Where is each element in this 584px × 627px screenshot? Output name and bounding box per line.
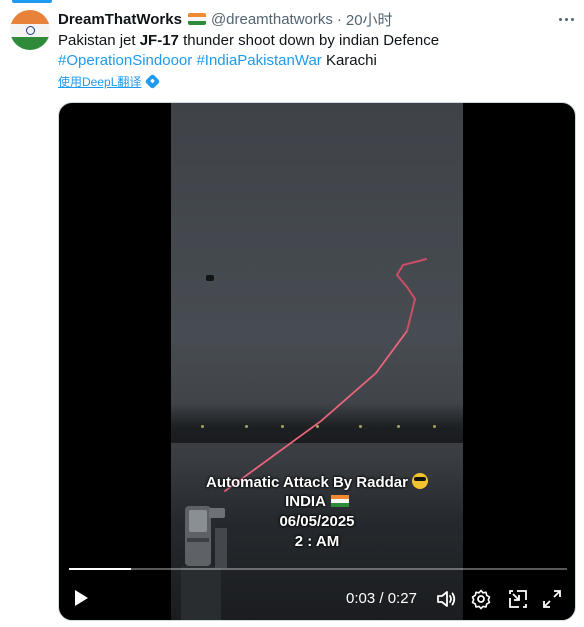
overlay-time: 2 : AM: [294, 533, 340, 550]
video-player[interactable]: Automatic Attack By Raddar INDIA 06/05/2…: [58, 102, 576, 621]
overlay-date: 06/05/2025: [279, 513, 355, 530]
user-handle[interactable]: @dreamthatworks: [211, 11, 333, 28]
volume-icon[interactable]: [435, 588, 457, 610]
fullscreen-icon[interactable]: [541, 588, 563, 610]
tweet-text-suffix: thunder shoot down by indian Defence: [178, 32, 440, 49]
more-icon[interactable]: [556, 10, 576, 28]
play-icon[interactable]: [75, 590, 88, 606]
top-accent-bar: [12, 0, 52, 3]
tweet-text-line1: Pakistan jet JF-17 thunder shoot down by…: [58, 31, 439, 51]
tweet-timestamp[interactable]: 20小时: [346, 9, 393, 30]
duration: 0:27: [387, 590, 417, 607]
tweet-header: DreamThatWorks @dreamthatworks · 20小时: [58, 9, 393, 29]
separator-dot: ·: [336, 10, 342, 28]
pip-icon[interactable]: [507, 588, 529, 610]
progress-fill: [69, 568, 132, 570]
tweet-text-prefix: Pakistan jet: [58, 32, 140, 49]
overlay-country: INDIA: [285, 493, 326, 510]
video-frame: Automatic Attack By Raddar INDIA 06/05/2…: [171, 103, 463, 620]
overlay-title: Automatic Attack By Raddar: [206, 474, 408, 491]
translate-label[interactable]: 使用DeepL翻译: [58, 73, 141, 90]
avatar[interactable]: [10, 10, 50, 50]
india-flag-icon: [187, 13, 206, 25]
current-time: 0:03: [346, 590, 376, 607]
tweet-text-bold: JF-17: [139, 32, 179, 49]
sunglasses-emoji-icon: [412, 473, 428, 489]
settings-icon[interactable]: [470, 588, 492, 610]
india-flag-emoji-icon: [330, 495, 349, 507]
hashtag-indiapakistanwar[interactable]: #IndiaPakistanWar: [196, 52, 321, 69]
tweet-text-tail: Karachi: [321, 52, 377, 69]
timecode: 0:03 / 0:27: [346, 590, 417, 607]
overlay-line1: Automatic Attack By Raddar: [171, 473, 463, 491]
tweet-text-line2: #OperationSindooor #IndiaPakistanWar Kar…: [58, 51, 377, 71]
translate-link[interactable]: 使用DeepL翻译: [58, 73, 161, 90]
overlay-line2: INDIA: [171, 493, 463, 510]
hashtag-operationsindooor[interactable]: #OperationSindooor: [58, 52, 192, 69]
video-controls: 0:03 / 0:27: [59, 578, 575, 620]
time-separator: /: [375, 590, 388, 607]
progress-bar[interactable]: [69, 568, 567, 570]
deepl-icon: [145, 73, 161, 90]
display-name[interactable]: DreamThatWorks: [58, 11, 182, 28]
